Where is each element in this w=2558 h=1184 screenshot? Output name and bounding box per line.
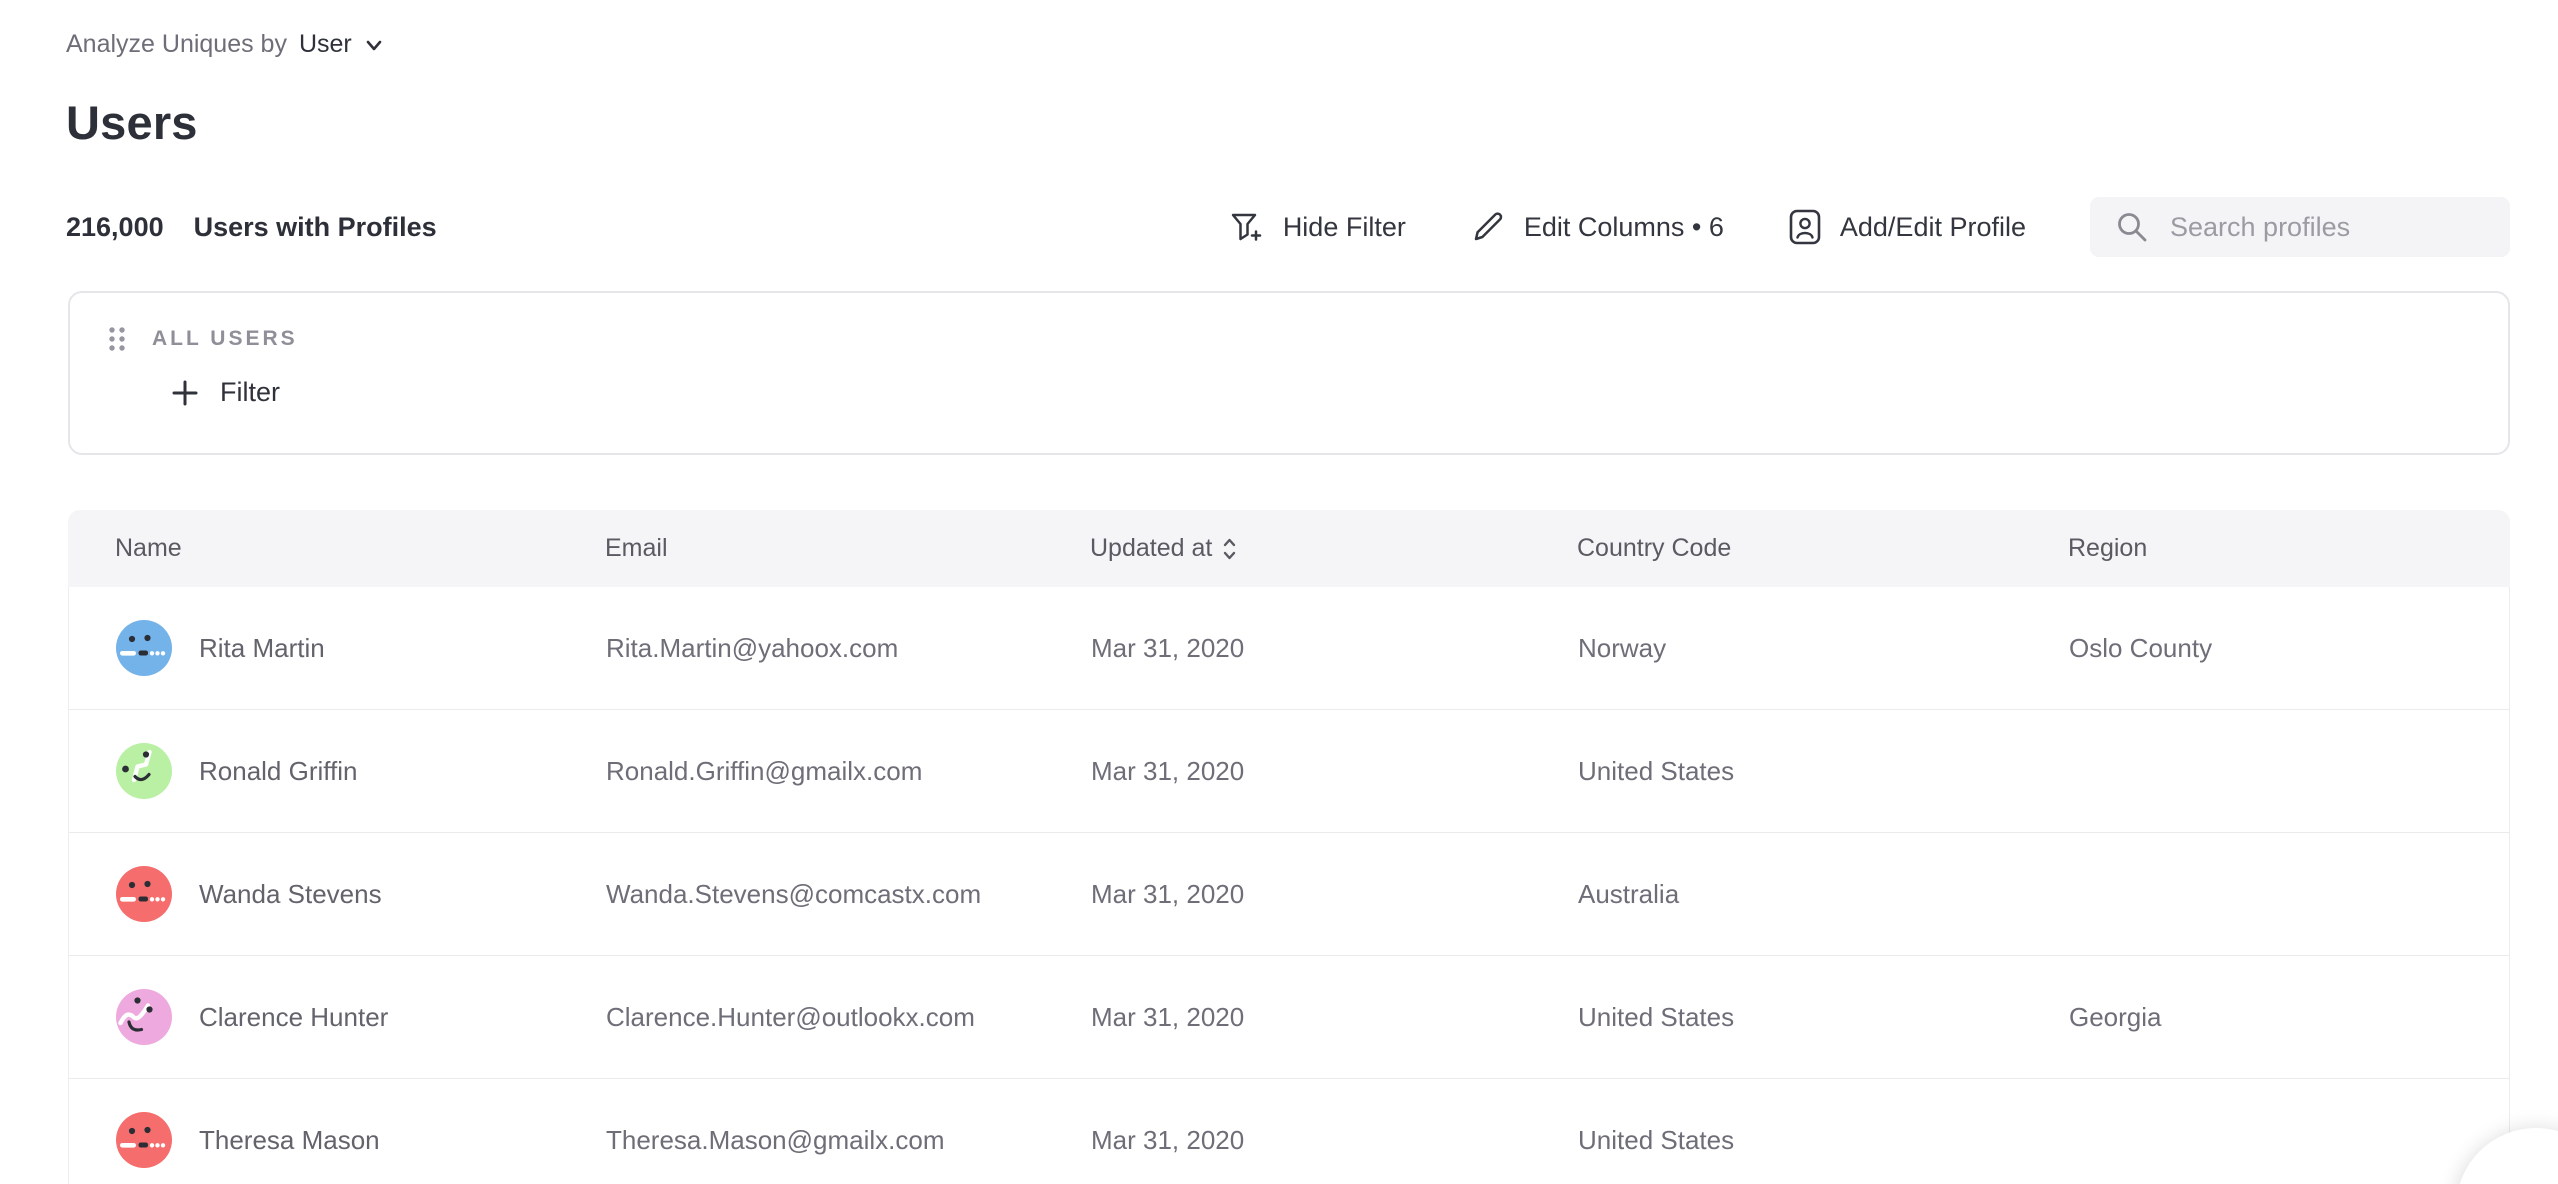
region: Georgia (2069, 1002, 2509, 1033)
user-avatar (116, 866, 172, 922)
column-header-name[interactable]: Name (115, 534, 605, 563)
users-table: Name Email Updated at Country Code Regio… (68, 510, 2510, 1184)
name-cell: Theresa Mason (116, 1112, 606, 1168)
table-header: Name Email Updated at Country Code Regio… (68, 510, 2510, 587)
user-name: Clarence Hunter (199, 1002, 388, 1033)
profiles-count-group: 216,000 Users with Profiles (66, 212, 437, 243)
updated-at: Mar 31, 2020 (1091, 1125, 1578, 1156)
column-header-region[interactable]: Region (2068, 534, 2510, 563)
country: United States (1578, 756, 2069, 787)
metrics-toolbar-row: 216,000 Users with Profiles Hide Filter (66, 196, 2510, 258)
column-header-updated-at[interactable]: Updated at (1090, 534, 1577, 563)
analyze-uniques-label: Analyze Uniques by (66, 30, 287, 59)
filter-card: ALL USERS Filter (68, 291, 2510, 455)
table-row[interactable]: Rita Martin Rita.Martin@yahoox.com Mar 3… (69, 587, 2509, 710)
user-avatar (116, 989, 172, 1045)
user-avatar (116, 1112, 172, 1168)
hide-filter-button[interactable]: Hide Filter (1227, 209, 1406, 245)
edit-columns-button[interactable]: Edit Columns • 6 (1470, 209, 1724, 245)
user-email: Wanda.Stevens@comcastx.com (606, 879, 1091, 910)
add-filter-button[interactable]: Filter (170, 377, 280, 408)
filter-group-label: ALL USERS (152, 327, 298, 351)
drag-handle-icon[interactable] (106, 323, 128, 355)
column-header-country-code[interactable]: Country Code (1577, 534, 2068, 563)
add-filter-label: Filter (220, 377, 280, 408)
user-email: Clarence.Hunter@outlookx.com (606, 1002, 1091, 1033)
pencil-icon (1470, 209, 1506, 245)
filter-funnel-plus-icon (1227, 209, 1265, 245)
analyze-by-dropdown[interactable]: User (299, 30, 386, 59)
edit-columns-label: Edit Columns • 6 (1524, 212, 1724, 243)
name-cell: Rita Martin (116, 620, 606, 676)
country: Norway (1578, 633, 2069, 664)
analyze-by-value: User (299, 30, 352, 59)
user-email: Ronald.Griffin@gmailx.com (606, 756, 1091, 787)
country: United States (1578, 1125, 2069, 1156)
add-edit-profile-button[interactable]: Add/Edit Profile (1788, 208, 2026, 246)
users-page: Analyze Uniques by User Users 216,000 Us… (0, 30, 2558, 1184)
user-email: Rita.Martin@yahoox.com (606, 633, 1091, 664)
column-header-email[interactable]: Email (605, 534, 1090, 563)
sort-icon[interactable] (1221, 535, 1238, 563)
country: United States (1578, 1002, 2069, 1033)
user-email: Theresa.Mason@gmailx.com (606, 1125, 1091, 1156)
updated-at: Mar 31, 2020 (1091, 879, 1578, 910)
search-profiles-box[interactable] (2090, 197, 2510, 257)
updated-at: Mar 31, 2020 (1091, 756, 1578, 787)
updated-at: Mar 31, 2020 (1091, 633, 1578, 664)
page-title: Users (66, 95, 2510, 150)
region: Oslo County (2069, 633, 2509, 664)
user-name: Theresa Mason (199, 1125, 380, 1156)
country: Australia (1578, 879, 2069, 910)
profile-card-icon (1788, 208, 1822, 246)
profiles-count-label: Users with Profiles (194, 212, 437, 243)
table-row[interactable]: Clarence Hunter Clarence.Hunter@outlookx… (69, 956, 2509, 1079)
updated-at: Mar 31, 2020 (1091, 1002, 1578, 1033)
user-name: Wanda Stevens (199, 879, 382, 910)
chevron-down-icon (362, 33, 386, 57)
name-cell: Wanda Stevens (116, 866, 606, 922)
user-name: Ronald Griffin (199, 756, 358, 787)
search-icon (2114, 209, 2150, 245)
user-avatar (116, 743, 172, 799)
user-avatar (116, 620, 172, 676)
filter-group-header: ALL USERS (106, 319, 2508, 359)
name-cell: Ronald Griffin (116, 743, 606, 799)
user-name: Rita Martin (199, 633, 325, 664)
toolbar: Hide Filter Edit Columns • 6 (1227, 197, 2510, 257)
table-row[interactable]: Wanda Stevens Wanda.Stevens@comcastx.com… (69, 833, 2509, 956)
table-row[interactable]: Theresa Mason Theresa.Mason@gmailx.com M… (69, 1079, 2509, 1184)
plus-icon (170, 378, 200, 408)
analyze-uniques-row: Analyze Uniques by User (66, 30, 2510, 59)
table-body: Rita Martin Rita.Martin@yahoox.com Mar 3… (68, 587, 2510, 1184)
search-profiles-input[interactable] (2168, 211, 2526, 244)
add-edit-profile-label: Add/Edit Profile (1840, 212, 2026, 243)
name-cell: Clarence Hunter (116, 989, 606, 1045)
hide-filter-label: Hide Filter (1283, 212, 1406, 243)
profiles-count: 216,000 (66, 212, 164, 243)
table-row[interactable]: Ronald Griffin Ronald.Griffin@gmailx.com… (69, 710, 2509, 833)
